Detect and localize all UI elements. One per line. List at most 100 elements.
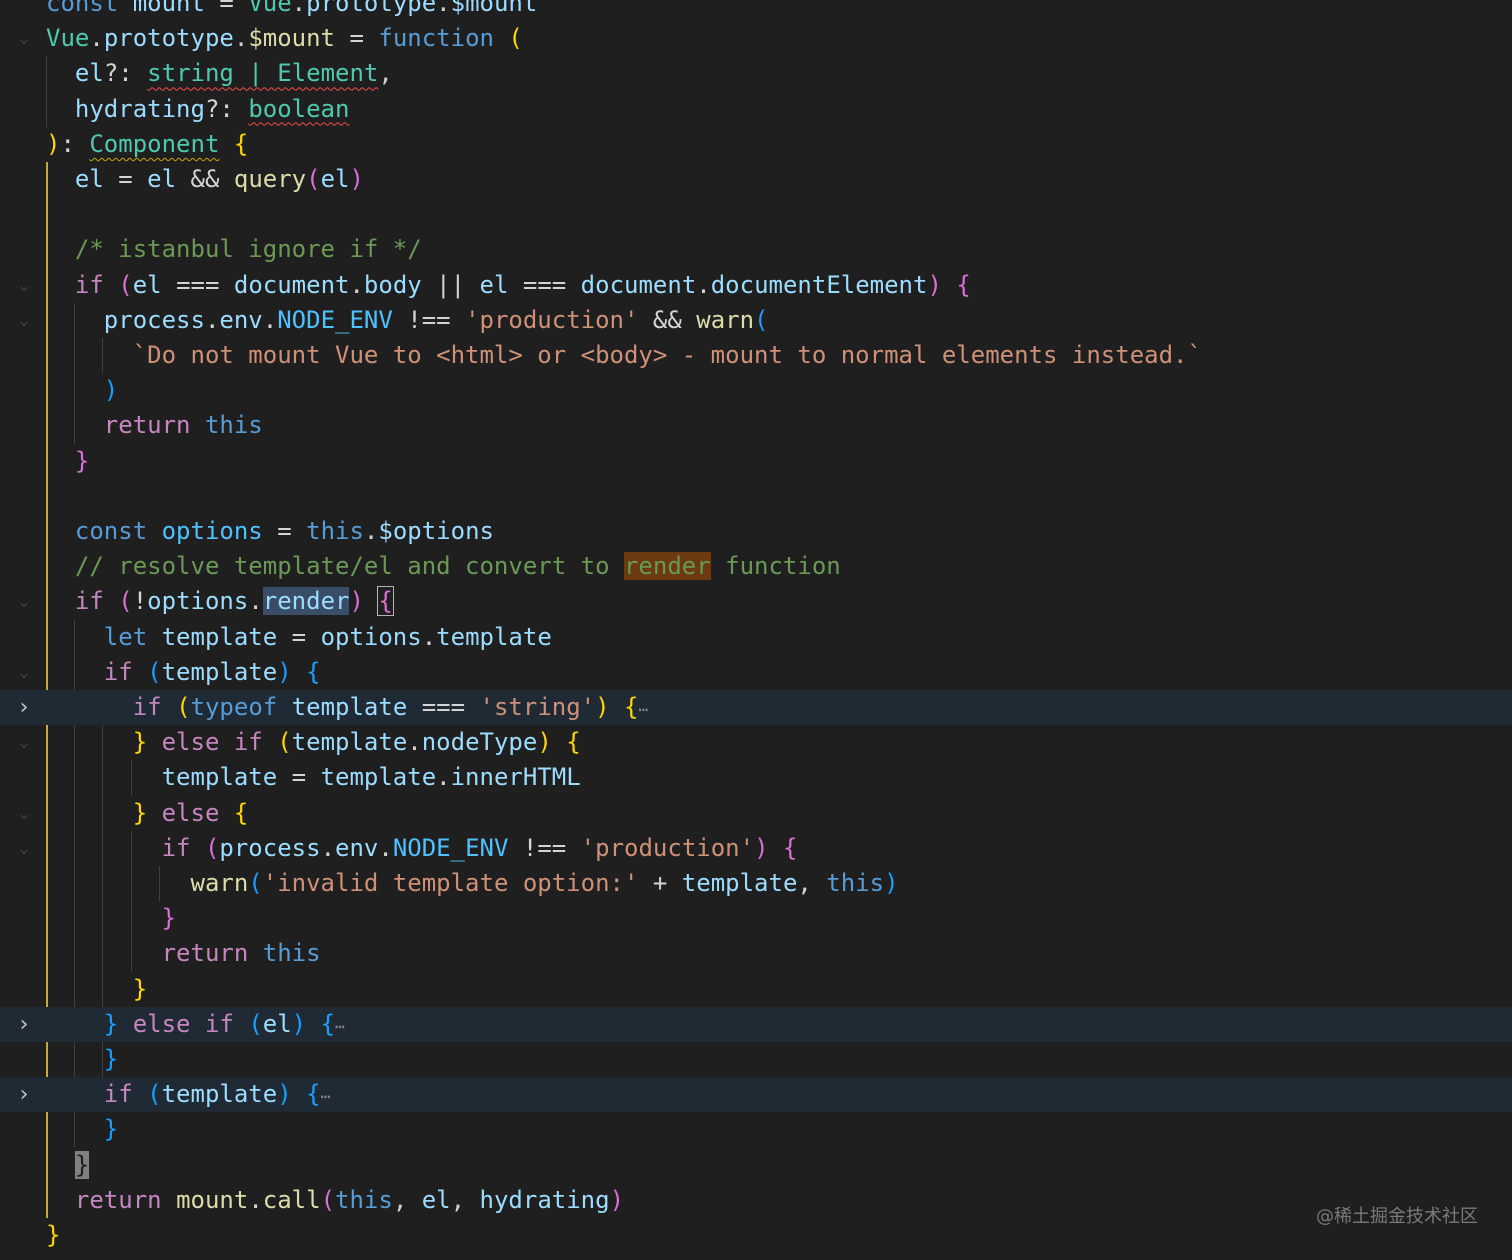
code-line[interactable]: const options = this.$options (0, 514, 1512, 549)
code-line[interactable]: // resolve template/el and convert to re… (0, 549, 1512, 584)
fold-collapse-chevron-icon[interactable]: ⌄ (10, 584, 38, 619)
code-line[interactable]: } (0, 901, 1512, 936)
code-token: } (132, 798, 148, 827)
code-token: $mount (450, 0, 538, 17)
code-line[interactable]: } (0, 1112, 1512, 1147)
code-line[interactable]: el = el && query(el) (0, 162, 1512, 197)
code-token: ! (132, 587, 148, 616)
code-line[interactable]: `Do not mount Vue to <html> or <body> - … (0, 338, 1512, 373)
code-token: `Do not mount Vue to <html> or <body> - … (132, 341, 1202, 369)
code-line[interactable]: } (0, 1148, 1512, 1183)
code-token: else if (132, 1009, 234, 1038)
code-line[interactable]: return this (0, 936, 1512, 971)
code-text: const mount = Vue.prototype.$mount (46, 0, 537, 21)
code-line[interactable]: } (0, 1218, 1512, 1253)
code-token: . (204, 305, 220, 334)
code-line[interactable]: ⌄ } else if (template.nodeType) { (0, 725, 1512, 760)
code-line[interactable]: /* istanbul ignore if */ (0, 232, 1512, 267)
code-line[interactable]: let template = options.template (0, 620, 1512, 655)
code-token: . (436, 0, 451, 17)
code-token: , (450, 1185, 480, 1214)
code-token: 'invalid template option:' (262, 869, 639, 897)
code-line[interactable]: hydrating?: boolean (0, 92, 1512, 127)
code-token: else if (161, 728, 263, 757)
code-token: ?: (204, 94, 249, 123)
code-token: options (147, 587, 249, 616)
code-line[interactable]: ⌄ } else { (0, 796, 1512, 831)
fold-expand-chevron-icon[interactable]: › (10, 1077, 38, 1112)
fold-expand-chevron-icon[interactable]: › (10, 690, 38, 725)
code-line[interactable]: } (0, 444, 1512, 479)
code-token: nodeType (421, 728, 538, 757)
code-line[interactable]: el?: string | Element, (0, 56, 1512, 91)
code-token: this (262, 939, 321, 968)
code-text: warn('invalid template option:' + templa… (46, 866, 899, 901)
code-text: } (46, 1148, 90, 1183)
code-line[interactable]: const mount = Vue.prototype.$mount (0, 0, 1512, 21)
code-token: && (638, 305, 697, 334)
code-token: typeof (190, 693, 278, 721)
code-line[interactable]: } (0, 1042, 1512, 1077)
code-text: el?: string | Element, (46, 56, 393, 91)
fold-collapse-chevron-icon[interactable]: ⌄ (10, 268, 38, 303)
code-line[interactable]: ⌄ process.env.NODE_ENV !== 'production' … (0, 303, 1512, 338)
code-token: // resolve template/el and convert to (74, 552, 624, 581)
code-line[interactable]: › if (template) {⋯ (0, 1077, 1512, 1113)
fold-collapse-chevron-icon[interactable]: ⌄ (10, 831, 38, 866)
code-line[interactable]: ) (0, 373, 1512, 408)
code-line[interactable]: ⌄ if (template) { (0, 655, 1512, 690)
code-line[interactable]: return mount.call(this, el, hydrating) (0, 1183, 1512, 1218)
code-token: . (696, 270, 711, 299)
code-line[interactable]: warn('invalid template option:' + templa… (0, 866, 1512, 901)
folded-region-ellipsis-icon[interactable]: ⋯ (335, 1017, 345, 1036)
code-token: { (566, 728, 581, 757)
fold-collapse-chevron-icon[interactable]: ⌄ (10, 21, 38, 56)
code-token: this (306, 517, 364, 545)
fold-collapse-chevron-icon[interactable]: ⌄ (10, 655, 38, 690)
code-token: const (46, 0, 119, 17)
code-token: mount (176, 1185, 249, 1214)
code-token: , (378, 59, 393, 88)
folded-region-ellipsis-icon[interactable]: ⋯ (321, 1087, 331, 1106)
code-line[interactable]: template = template.innerHTML (0, 760, 1512, 795)
code-line[interactable]: } (0, 972, 1512, 1007)
code-line[interactable]: › if (typeof template === 'string') {⋯ (0, 690, 1512, 725)
folded-region-ellipsis-icon[interactable]: ⋯ (638, 700, 648, 719)
code-token: . (248, 1185, 263, 1214)
code-token: template (161, 657, 278, 686)
code-token: NODE_ENV (392, 833, 509, 862)
code-text: } else { (46, 796, 249, 831)
code-token: ( (118, 587, 133, 616)
code-editor[interactable]: const mount = Vue.prototype.$mount ⌄ Vue.p… (0, 0, 1512, 1260)
code-line[interactable]: ⌄ if (!options.render) { (0, 584, 1512, 619)
code-token: ( (176, 693, 191, 721)
fold-collapse-chevron-icon[interactable]: ⌄ (10, 725, 38, 760)
code-text: let template = options.template (46, 620, 552, 655)
code-token: if (74, 270, 104, 299)
code-text: Vue.prototype.$mount = function ( (46, 21, 523, 56)
code-line[interactable]: › } else if (el) {⋯ (0, 1006, 1512, 1042)
code-token: el (262, 1009, 292, 1038)
code-token: . (436, 763, 451, 792)
fold-collapse-chevron-icon[interactable]: ⌄ (10, 796, 38, 831)
code-token: el (132, 270, 162, 299)
code-line[interactable]: return this (0, 408, 1512, 443)
code-line[interactable]: ⌄ Vue.prototype.$mount = function ( (0, 21, 1512, 56)
fold-collapse-chevron-icon[interactable]: ⌄ (10, 303, 38, 338)
code-line[interactable] (0, 197, 1512, 232)
code-text: if (!options.render) { (46, 584, 394, 619)
code-token: ( (320, 1185, 336, 1214)
code-line[interactable]: ⌄ if (el === document.body || el === doc… (0, 268, 1512, 303)
code-text: } (46, 972, 147, 1007)
code-line[interactable]: ⌄ if (process.env.NODE_ENV !== 'producti… (0, 831, 1512, 866)
code-line[interactable]: ): Component { (0, 127, 1512, 162)
fold-expand-chevron-icon[interactable]: › (10, 1007, 38, 1042)
code-line[interactable] (0, 479, 1512, 514)
code-token: } (132, 974, 148, 1003)
